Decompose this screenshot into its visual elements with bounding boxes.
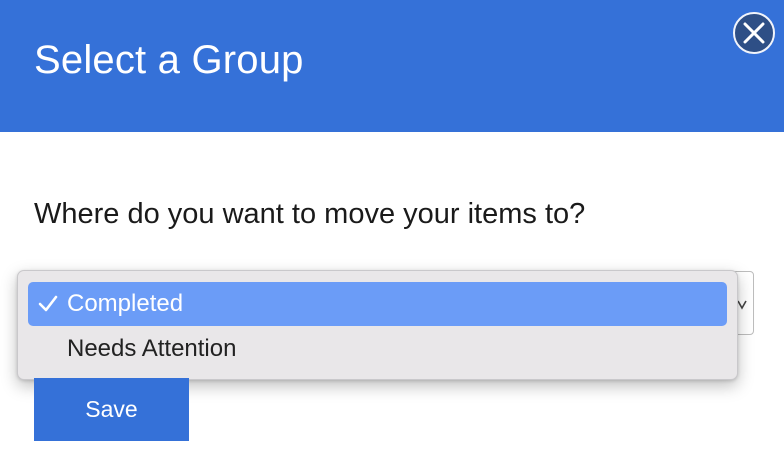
option-needs-attention[interactable]: Needs Attention: [28, 327, 727, 371]
dialog-header: Select a Group: [0, 0, 784, 132]
select-group-dialog: Select a Group Where do you want to move…: [0, 0, 784, 474]
close-x-icon: [743, 22, 765, 44]
group-select-dropdown: Completed Needs Attention: [17, 270, 738, 380]
close-button[interactable]: [733, 12, 775, 54]
option-label: Completed: [67, 290, 184, 317]
checkmark-icon: [38, 282, 60, 326]
move-items-prompt: Where do you want to move your items to?: [34, 198, 586, 230]
save-button[interactable]: Save: [34, 378, 189, 441]
option-completed[interactable]: Completed: [28, 282, 727, 326]
dialog-title: Select a Group: [34, 38, 304, 82]
chevron-down-icon: [737, 300, 747, 310]
option-label: Needs Attention: [67, 335, 237, 362]
